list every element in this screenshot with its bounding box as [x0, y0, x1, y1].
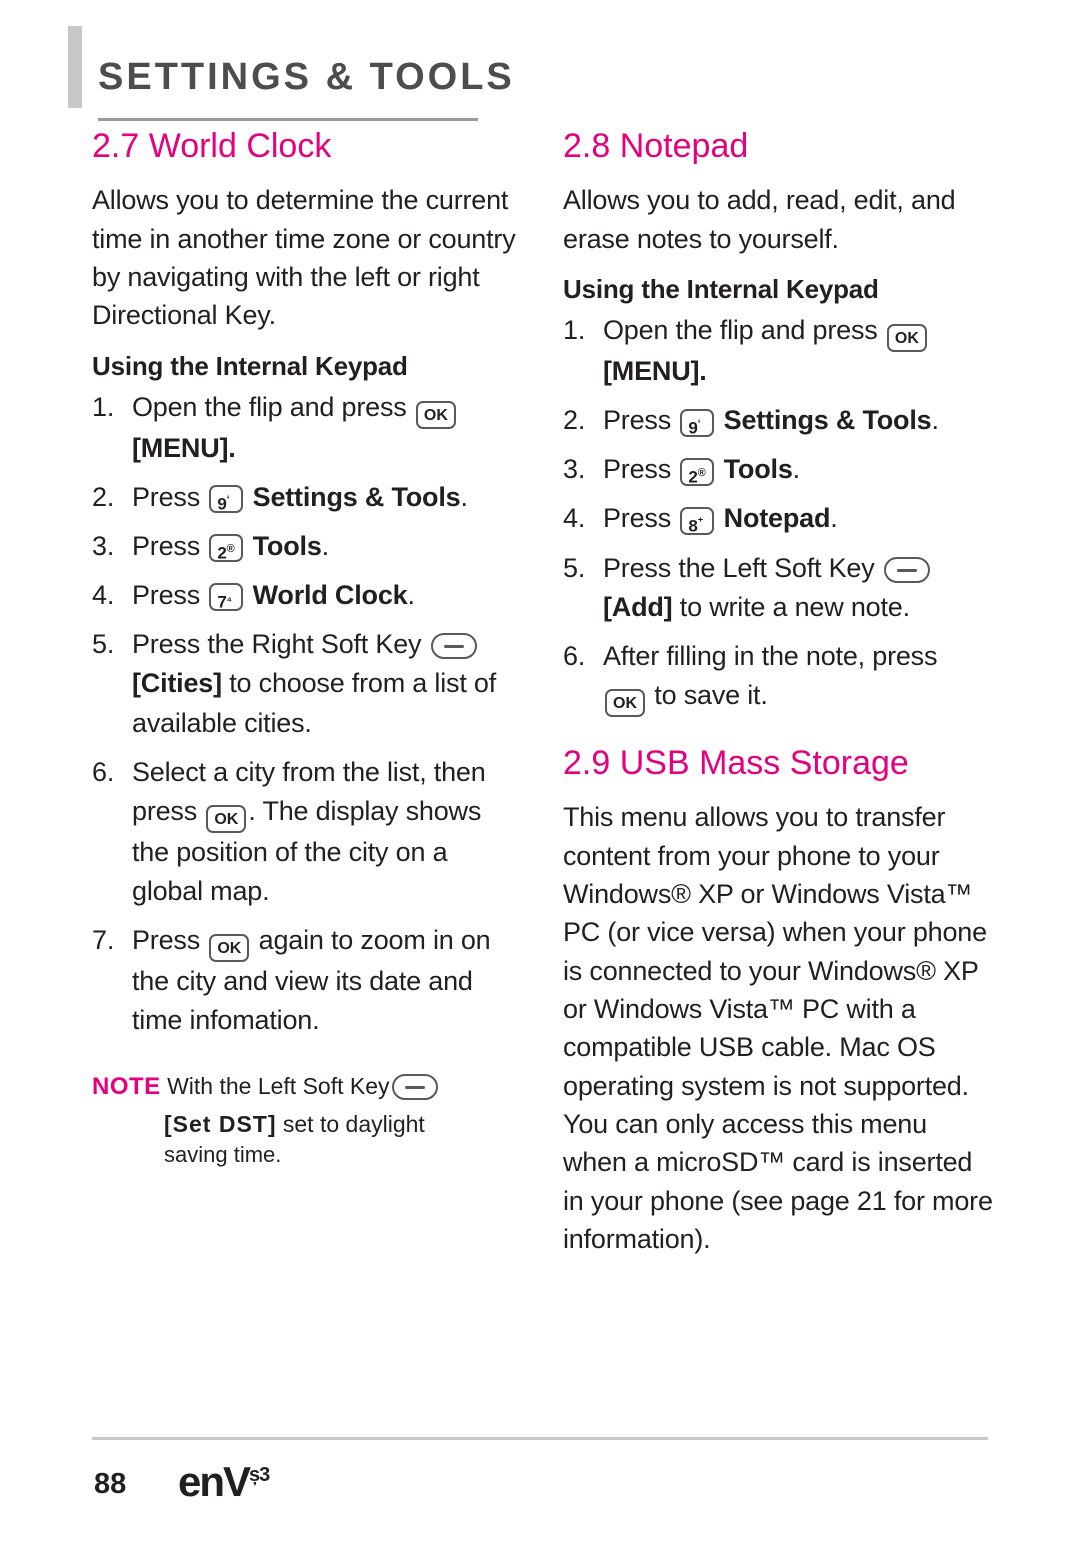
step-bold-text: [MENU].: [603, 356, 707, 387]
left-column: 2.7 World Clock Allows you to determine …: [92, 127, 522, 1171]
ok-key-icon: OK: [605, 689, 645, 718]
step-tail: to write a new note.: [672, 591, 910, 622]
page-title: SETTINGS & TOOLS: [98, 56, 515, 98]
ok-key-icon: OK: [206, 804, 247, 833]
step-text: Press: [132, 925, 208, 956]
note-line-2: [Set DST] set to daylight: [92, 1108, 522, 1140]
step-item: 6. After filling in the note, press OK t…: [563, 637, 993, 718]
section-heading-notepad: 2.8 Notepad: [563, 127, 749, 165]
step-item: 5. Press the Right Soft Key [Cities] to …: [92, 625, 522, 742]
step-number: 2.: [563, 405, 586, 436]
page-number: 88: [94, 1468, 127, 1500]
step-number: 3.: [92, 530, 115, 561]
note-line-3: saving time.: [164, 1142, 282, 1168]
note-label: NOTE: [92, 1073, 161, 1101]
step-text: Press: [603, 454, 679, 485]
step-text: Press: [603, 405, 679, 436]
header-divider: [98, 118, 478, 121]
numeric-key-7-icon: 7₄: [209, 583, 244, 612]
step-number: 4.: [92, 580, 115, 611]
step-number: 5.: [92, 629, 115, 660]
step-text: Press: [603, 503, 679, 534]
soft-key-icon: [430, 633, 477, 660]
step-number: 3.: [563, 454, 586, 485]
step-number: 5.: [563, 552, 586, 583]
step-bold-text: Tools: [252, 530, 322, 561]
step-bold-text: Settings & Tools: [723, 405, 932, 436]
step-number: 6.: [563, 640, 586, 671]
step-item: 5. Press the Left Soft Key [Add] to writ…: [563, 549, 993, 627]
subheading-internal-keypad-left: Using the Internal Keypad: [92, 350, 408, 381]
footer-divider: [92, 1437, 988, 1440]
step-bold-text: [MENU].: [132, 432, 236, 463]
note-dst-label: [Set DST]: [164, 1110, 277, 1137]
step-bold-text: Settings & Tools: [252, 481, 461, 512]
step-item: 6. Select a city from the list, then pre…: [92, 753, 522, 911]
step-bold-text: [Cities]: [132, 668, 222, 699]
step-item: 1. Open the flip and press OK [MENU].: [92, 388, 522, 468]
page-header: SETTINGS & TOOLS: [0, 26, 1080, 121]
step-tail: to save it.: [647, 680, 768, 711]
note-dst-rest: set to daylight: [276, 1110, 425, 1137]
step-text: Press: [132, 580, 208, 611]
step-bold-text: Tools: [723, 454, 793, 485]
usb-mass-storage-body: This menu allows you to transfer content…: [563, 802, 993, 1255]
step-number: 1.: [92, 391, 115, 422]
soft-key-icon: [391, 1074, 438, 1101]
ok-key-icon: OK: [415, 400, 456, 429]
step-number: 6.: [92, 756, 115, 787]
step-item: 4. Press 7₄ World Clock.: [92, 576, 522, 615]
step-item: 2. Press 9‘ Settings & Tools.: [563, 401, 993, 440]
ok-key-icon: OK: [209, 934, 250, 963]
step-bold-text: [Add]: [603, 591, 673, 622]
step-tail: .: [407, 580, 415, 611]
step-number: 2.: [92, 481, 115, 512]
step-tail: .: [321, 530, 330, 561]
soft-key-icon: [883, 556, 930, 583]
subheading-internal-keypad-right: Using the Internal Keypad: [563, 274, 879, 305]
step-item: 2. Press 9‘ Settings & Tools.: [92, 478, 522, 517]
step-item: 3. Press 2® Tools.: [563, 450, 993, 489]
step-bold-text: Notepad: [723, 503, 831, 534]
step-text: Press: [132, 530, 208, 561]
right-column: 2.8 Notepad Allows you to add, read, edi…: [563, 127, 993, 1274]
ok-key-icon: OK: [886, 324, 927, 353]
step-item: 7. Press OK again to zoom in on the city…: [92, 921, 522, 1040]
world-clock-intro: Allows you to determine the current time…: [92, 185, 516, 331]
step-text: Press the Left Soft Key: [603, 552, 882, 583]
step-tail: .: [460, 481, 468, 512]
numeric-key-2-icon: 2®: [209, 534, 244, 563]
step-item: 1. Open the flip and press OK [MENU].: [563, 311, 993, 391]
numeric-key-2-icon: 2®: [680, 457, 715, 486]
notepad-intro: Allows you to add, read, edit, and erase…: [563, 185, 956, 254]
step-item: 3. Press 2® Tools.: [92, 527, 522, 566]
step-number: 4.: [563, 503, 586, 534]
step-item: 4. Press 8⁺ Notepad.: [563, 499, 993, 538]
step-bold-text: World Clock: [252, 580, 408, 611]
numeric-key-8-icon: 8⁺: [680, 506, 715, 535]
step-tail: .: [830, 503, 838, 534]
step-text: Open the flip and press: [603, 315, 885, 346]
step-text: Press the Right Soft Key: [132, 629, 429, 660]
numeric-key-9-icon: 9‘: [209, 485, 244, 514]
section-heading-world-clock: 2.7 World Clock: [92, 127, 332, 165]
step-tail: .: [792, 454, 801, 485]
note-block: NOTE With the Left Soft Key [Set DST] se…: [92, 1070, 522, 1171]
step-text: After filling in the note, press: [603, 640, 938, 671]
step-text: Press: [132, 481, 208, 512]
env-logo: enVș3: [178, 1458, 270, 1505]
step-tail: .: [931, 405, 939, 436]
header-accent-bar: [68, 26, 82, 108]
step-text: Open the flip and press: [132, 391, 414, 422]
section-heading-usb-mass-storage: 2.9 USB Mass Storage: [563, 744, 909, 783]
note-line-1: With the Left Soft Key: [167, 1073, 390, 1100]
step-number: 7.: [92, 925, 115, 956]
numeric-key-9-icon: 9‘: [680, 408, 715, 437]
step-number: 1.: [563, 315, 586, 346]
